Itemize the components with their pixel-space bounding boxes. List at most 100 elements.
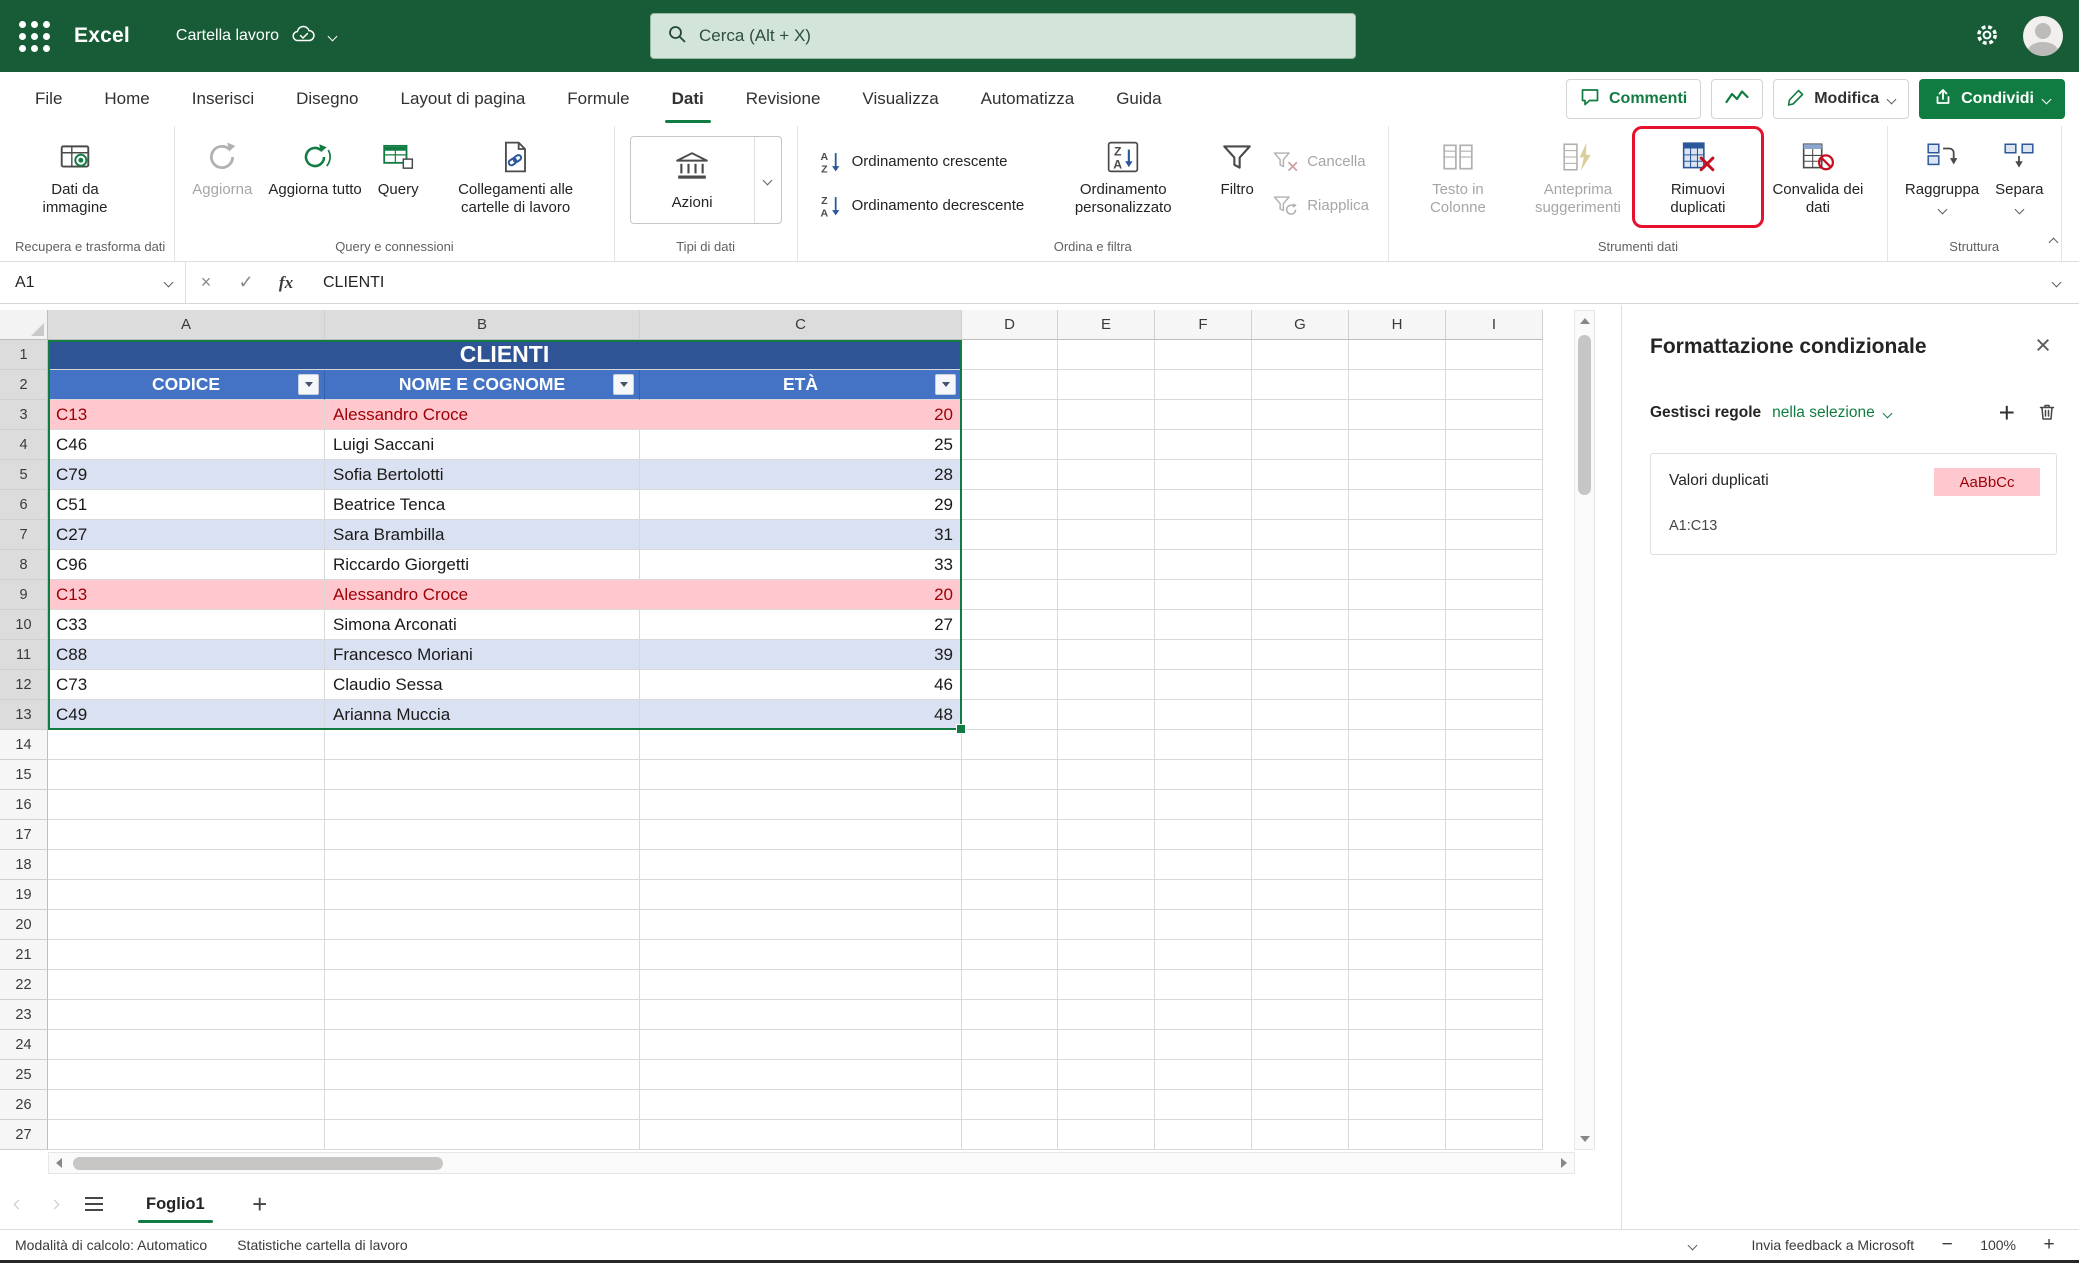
- cell-A3[interactable]: C13: [48, 400, 325, 430]
- cell-A21[interactable]: [48, 940, 325, 970]
- cell-H15[interactable]: [1349, 760, 1446, 790]
- cell-I12[interactable]: [1446, 670, 1543, 700]
- cell-H23[interactable]: [1349, 1000, 1446, 1030]
- cell-D5[interactable]: [962, 460, 1058, 490]
- sheet-nav-next-button[interactable]: [36, 1180, 72, 1228]
- row-header-1[interactable]: 1: [0, 340, 48, 370]
- cell-G14[interactable]: [1252, 730, 1349, 760]
- cell-D22[interactable]: [962, 970, 1058, 1000]
- row-header-23[interactable]: 23: [0, 1000, 48, 1030]
- row-header-11[interactable]: 11: [0, 640, 48, 670]
- cell-G18[interactable]: [1252, 850, 1349, 880]
- sparkline-insights-button[interactable]: [1711, 79, 1763, 119]
- add-rule-button[interactable]: +: [1999, 399, 2015, 427]
- cell-D24[interactable]: [962, 1030, 1058, 1060]
- workbook-title[interactable]: Cartella lavoro: [176, 25, 336, 48]
- cell-G8[interactable]: [1252, 550, 1349, 580]
- column-header-I[interactable]: I: [1446, 310, 1543, 340]
- cell-C5[interactable]: 28: [640, 460, 962, 490]
- cell-H6[interactable]: [1349, 490, 1446, 520]
- cell-H27[interactable]: [1349, 1120, 1446, 1150]
- row-header-25[interactable]: 25: [0, 1060, 48, 1090]
- cell-A9[interactable]: C13: [48, 580, 325, 610]
- cell-H13[interactable]: [1349, 700, 1446, 730]
- cell-G21[interactable]: [1252, 940, 1349, 970]
- cell-E2[interactable]: [1058, 370, 1155, 400]
- cell-I24[interactable]: [1446, 1030, 1543, 1060]
- cell-E11[interactable]: [1058, 640, 1155, 670]
- cell-E21[interactable]: [1058, 940, 1155, 970]
- cell-F4[interactable]: [1155, 430, 1252, 460]
- cell-G2[interactable]: [1252, 370, 1349, 400]
- cell-C25[interactable]: [640, 1060, 962, 1090]
- cell-B9[interactable]: Alessandro Croce: [325, 580, 640, 610]
- cell-C7[interactable]: 31: [640, 520, 962, 550]
- cell-I23[interactable]: [1446, 1000, 1543, 1030]
- ribbon-button-ordinamento-personalizzato[interactable]: ZAOrdinamento personalizzato: [1034, 132, 1212, 222]
- cell-F15[interactable]: [1155, 760, 1252, 790]
- cell-A5[interactable]: C79: [48, 460, 325, 490]
- cell-E7[interactable]: [1058, 520, 1155, 550]
- cell-B4[interactable]: Luigi Saccani: [325, 430, 640, 460]
- cell-E5[interactable]: [1058, 460, 1155, 490]
- add-sheet-button[interactable]: +: [239, 1183, 281, 1225]
- cell-C12[interactable]: 46: [640, 670, 962, 700]
- cell-F1[interactable]: [1155, 340, 1252, 370]
- row-header-10[interactable]: 10: [0, 610, 48, 640]
- cell-A14[interactable]: [48, 730, 325, 760]
- cell-I4[interactable]: [1446, 430, 1543, 460]
- search-input[interactable]: [699, 26, 1339, 46]
- cell-A8[interactable]: C96: [48, 550, 325, 580]
- row-header-13[interactable]: 13: [0, 700, 48, 730]
- ribbon-button-ordinamento-crescente[interactable]: AZOrdinamento crescente: [811, 146, 1031, 178]
- cell-I17[interactable]: [1446, 820, 1543, 850]
- cell-G24[interactable]: [1252, 1030, 1349, 1060]
- ribbon-tab-revisione[interactable]: Revisione: [725, 72, 842, 126]
- rule-card[interactable]: Valori duplicati AaBbCc A1:C13: [1650, 453, 2057, 555]
- cell-H19[interactable]: [1349, 880, 1446, 910]
- cell-A18[interactable]: [48, 850, 325, 880]
- cell-C18[interactable]: [640, 850, 962, 880]
- cell-F11[interactable]: [1155, 640, 1252, 670]
- cell-A6[interactable]: C51: [48, 490, 325, 520]
- row-header-6[interactable]: 6: [0, 490, 48, 520]
- row-header-21[interactable]: 21: [0, 940, 48, 970]
- cell-F10[interactable]: [1155, 610, 1252, 640]
- cell-E4[interactable]: [1058, 430, 1155, 460]
- ribbon-button-aggiorna-tutto[interactable]: Aggiorna tutto: [260, 132, 369, 203]
- cell-F18[interactable]: [1155, 850, 1252, 880]
- cell-B11[interactable]: Francesco Moriani: [325, 640, 640, 670]
- cell-I19[interactable]: [1446, 880, 1543, 910]
- cell-E3[interactable]: [1058, 400, 1155, 430]
- cell-C23[interactable]: [640, 1000, 962, 1030]
- scroll-right-button[interactable]: [1554, 1153, 1574, 1173]
- cell-G6[interactable]: [1252, 490, 1349, 520]
- cell-F2[interactable]: [1155, 370, 1252, 400]
- cell-A15[interactable]: [48, 760, 325, 790]
- ribbon-button-ordinamento-decrescente[interactable]: ZAOrdinamento decrescente: [811, 190, 1031, 222]
- cell-H22[interactable]: [1349, 970, 1446, 1000]
- filter-dropdown-button[interactable]: [613, 374, 634, 395]
- cell-E26[interactable]: [1058, 1090, 1155, 1120]
- cell-C21[interactable]: [640, 940, 962, 970]
- zoom-out-button[interactable]: −: [1929, 1230, 1965, 1260]
- cell-A20[interactable]: [48, 910, 325, 940]
- cell-A27[interactable]: [48, 1120, 325, 1150]
- zoom-level[interactable]: 100%: [1965, 1230, 2031, 1260]
- cell-C9[interactable]: 20: [640, 580, 962, 610]
- cell-D21[interactable]: [962, 940, 1058, 970]
- cell-D8[interactable]: [962, 550, 1058, 580]
- cell-G27[interactable]: [1252, 1120, 1349, 1150]
- ribbon-button-raggruppa[interactable]: Raggruppa: [1897, 132, 1987, 217]
- cell-I14[interactable]: [1446, 730, 1543, 760]
- cell-H1[interactable]: [1349, 340, 1446, 370]
- row-header-24[interactable]: 24: [0, 1030, 48, 1060]
- cell-F22[interactable]: [1155, 970, 1252, 1000]
- row-header-8[interactable]: 8: [0, 550, 48, 580]
- ribbon-button-anteprima-suggerimenti[interactable]: Anteprima suggerimenti: [1518, 132, 1638, 222]
- cell-E20[interactable]: [1058, 910, 1155, 940]
- cell-G23[interactable]: [1252, 1000, 1349, 1030]
- cell-H25[interactable]: [1349, 1060, 1446, 1090]
- cell-I15[interactable]: [1446, 760, 1543, 790]
- cell-E18[interactable]: [1058, 850, 1155, 880]
